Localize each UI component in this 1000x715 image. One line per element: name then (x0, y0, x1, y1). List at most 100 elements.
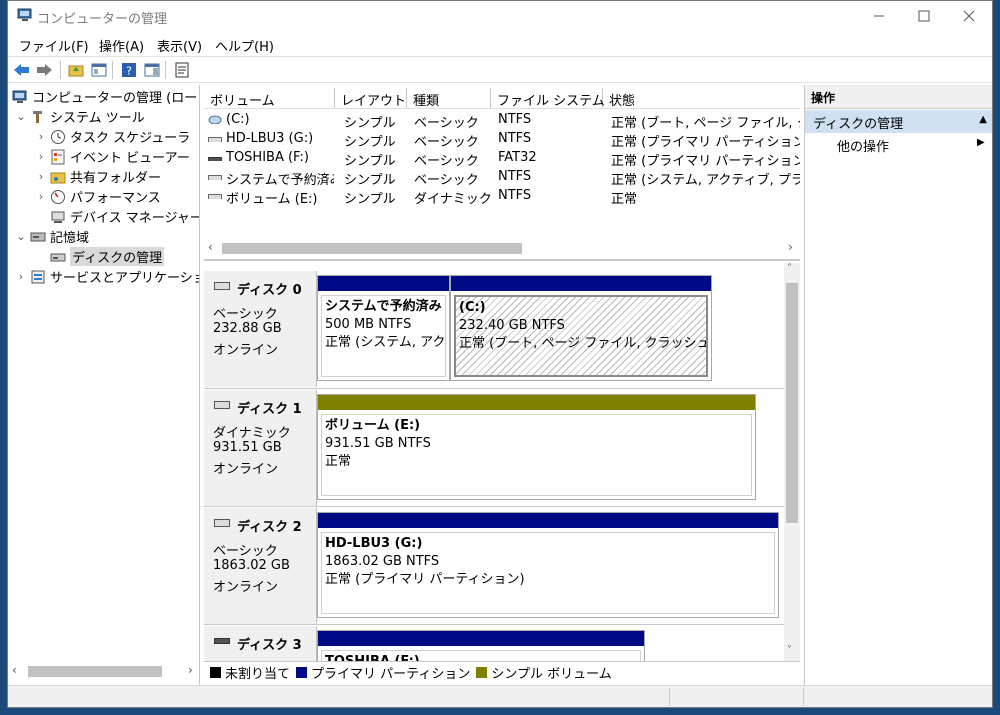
disk-graphical-view: ディスク 0 ベーシック 232.88 GB オンライン システムで予約済み 5… (204, 263, 800, 661)
column-header-filesystem[interactable]: ファイル システム (491, 88, 605, 109)
table-row[interactable]: TOSHIBA (F:) シンプル ベーシック FAT32 正常 (プライマリ … (204, 149, 800, 169)
title-bar: コンピューターの管理 (8, 1, 992, 31)
tree-item-task-scheduler[interactable]: › タスク スケジューラ (34, 127, 190, 146)
computer-management-icon (17, 8, 32, 21)
tree-horizontal-scrollbar[interactable]: ‹ › (8, 663, 199, 680)
chevron-right-icon[interactable]: › (34, 130, 48, 143)
partition-g-drive[interactable]: HD-LBU3 (G:) 1863.02 GB NTFS 正常 (プライマリ パ… (317, 512, 779, 618)
chevron-right-icon[interactable]: › (34, 170, 48, 183)
close-button[interactable] (946, 1, 992, 31)
chevron-right-icon[interactable]: › (14, 270, 28, 283)
toolbar: ? (8, 56, 992, 83)
tree-item-performance[interactable]: › パフォーマンス (34, 187, 161, 206)
partition-f-drive[interactable]: TOSHIBA (F:) (317, 630, 645, 661)
minimize-button[interactable] (856, 1, 902, 31)
other-actions-item[interactable]: 他の操作 (837, 136, 889, 155)
menu-view[interactable]: 表示(V) (157, 36, 202, 55)
volume-disk-icon (208, 191, 222, 199)
column-header-status[interactable]: 状態 (603, 88, 800, 109)
partition-c-drive[interactable]: (C:) 232.40 GB NTFS 正常 (ブート, ページ ファイル, ク… (450, 275, 712, 381)
legend-item-primary: プライマリ パーティション (296, 663, 470, 682)
tree-label: サービスとアプリケーショ (50, 271, 200, 286)
table-row[interactable]: システムで予約済み シンプル ベーシック NTFS 正常 (システム, アクティ… (204, 168, 800, 188)
scrollbar-thumb[interactable] (222, 243, 522, 254)
chevron-right-icon[interactable]: › (34, 150, 48, 163)
status-bar (8, 685, 992, 707)
disk-1-label[interactable]: ディスク 1 ダイナミック 931.51 GB オンライン (204, 390, 317, 506)
table-row[interactable]: ボリューム (E:) シンプル ダイナミック NTFS 正常 (204, 187, 800, 207)
menu-action[interactable]: 操作(A) (99, 36, 144, 55)
show-hide-tree-button[interactable] (89, 60, 109, 80)
actions-section-disk-management[interactable]: ディスクの管理 ▲ (805, 110, 992, 133)
scroll-down-icon[interactable]: ˅ (787, 645, 792, 656)
disk-3-label[interactable]: ディスク 3 リムーバブル (204, 626, 317, 661)
tree-item-system-tools[interactable]: ⌄ システム ツール (14, 107, 144, 126)
scrollbar-thumb[interactable] (28, 666, 162, 677)
clock-icon (50, 129, 66, 145)
tree-label: 共有フォルダー (70, 171, 162, 186)
close-icon (963, 10, 975, 22)
tree-label: パフォーマンス (70, 191, 161, 206)
volume-list: ボリューム レイアウト 種類 ファイル システム 状態 (C:) シンプル ベー… (204, 85, 800, 261)
tree-root-computer-management[interactable]: コンピューターの管理 (ローカ (10, 87, 199, 106)
maximize-icon (918, 10, 930, 22)
disk-management-pane: ボリューム レイアウト 種類 ファイル システム 状態 (C:) シンプル ベー… (204, 85, 800, 685)
scroll-left-icon[interactable]: ‹ (208, 240, 213, 254)
back-arrow-icon (14, 64, 29, 76)
forward-arrow-icon (37, 64, 52, 76)
up-folder-button[interactable] (66, 60, 86, 80)
properties-icon (175, 62, 189, 78)
performance-icon (50, 189, 66, 205)
tree-item-event-viewer[interactable]: › イベント ビューアー (34, 147, 190, 166)
tree-label: ディスクの管理 (70, 247, 165, 266)
tree-item-device-manager[interactable]: デバイス マネージャー (34, 207, 199, 226)
scroll-right-icon[interactable]: › (788, 240, 793, 254)
removable-drive-icon (214, 638, 230, 644)
chevron-down-icon[interactable]: ⌄ (14, 230, 28, 243)
volume-disk-icon (208, 114, 222, 124)
back-button[interactable] (12, 60, 32, 80)
scroll-up-icon[interactable]: ˄ (787, 263, 792, 274)
show-action-pane-button[interactable] (142, 60, 162, 80)
table-row[interactable]: HD-LBU3 (G:) シンプル ベーシック NTFS 正常 (プライマリ パ… (204, 130, 800, 150)
column-header-layout[interactable]: レイアウト (335, 88, 407, 109)
menu-help[interactable]: ヘルプ(H) (215, 36, 274, 55)
disk-2-label[interactable]: ディスク 2 ベーシック 1863.02 GB オンライン (204, 508, 317, 624)
tree-item-storage[interactable]: ⌄ 記憶域 (14, 227, 89, 246)
console-tree-icon (91, 63, 107, 77)
properties-button[interactable] (172, 60, 192, 80)
tree-label: タスク スケジューラ (70, 131, 191, 146)
chevron-right-icon[interactable]: › (34, 190, 48, 203)
tree-item-shared-folders[interactable]: › 共有フォルダー (34, 167, 161, 186)
action-pane-icon (144, 63, 160, 77)
chevron-down-icon[interactable]: ⌄ (14, 110, 28, 123)
storage-icon (30, 229, 46, 245)
tree-item-services-applications[interactable]: › サービスとアプリケーショ (14, 267, 200, 286)
scrollbar-thumb[interactable] (786, 283, 798, 523)
maximize-button[interactable] (901, 1, 947, 31)
forward-button[interactable] (34, 60, 54, 80)
actions-header: 操作 (805, 85, 992, 109)
tree-label: イベント ビューアー (70, 151, 190, 166)
volume-disk-icon (208, 134, 222, 142)
collapse-up-icon[interactable]: ▲ (979, 114, 987, 125)
disk-view-vertical-scrollbar[interactable]: ˄ ˅ (784, 263, 800, 661)
column-header-volume[interactable]: ボリューム (204, 88, 335, 109)
table-row[interactable]: (C:) シンプル ベーシック NTFS 正常 (ブート, ページ ファイル, … (204, 111, 800, 131)
scroll-left-icon[interactable]: ‹ (12, 663, 17, 677)
svg-text:?: ? (126, 65, 132, 78)
console-tree: コンピューターの管理 (ローカ ⌄ システム ツール › タスク スケジューラ … (8, 85, 200, 685)
partition-e-drive[interactable]: ボリューム (E:) 931.51 GB NTFS 正常 (317, 394, 756, 500)
menu-file[interactable]: ファイル(F) (19, 36, 89, 55)
volume-list-horizontal-scrollbar[interactable]: ‹ › (204, 240, 800, 257)
column-header-type[interactable]: 種類 (407, 88, 491, 109)
partition-system-reserved[interactable]: システムで予約済み 500 MB NTFS 正常 (システム, アクテ (317, 275, 450, 381)
disk-0-label[interactable]: ディスク 0 ベーシック 232.88 GB オンライン (204, 271, 317, 387)
submenu-arrow-icon[interactable]: ▶ (977, 137, 985, 148)
menu-bar: ファイル(F) 操作(A) 表示(V) ヘルプ(H) (8, 32, 992, 56)
scroll-right-icon[interactable]: › (188, 663, 193, 677)
tree-item-disk-management[interactable]: ディスクの管理 (34, 247, 165, 266)
removable-drive-icon (208, 153, 222, 161)
help-button[interactable]: ? (119, 60, 139, 80)
legend-item-unallocated: 未割り当て (210, 663, 290, 682)
